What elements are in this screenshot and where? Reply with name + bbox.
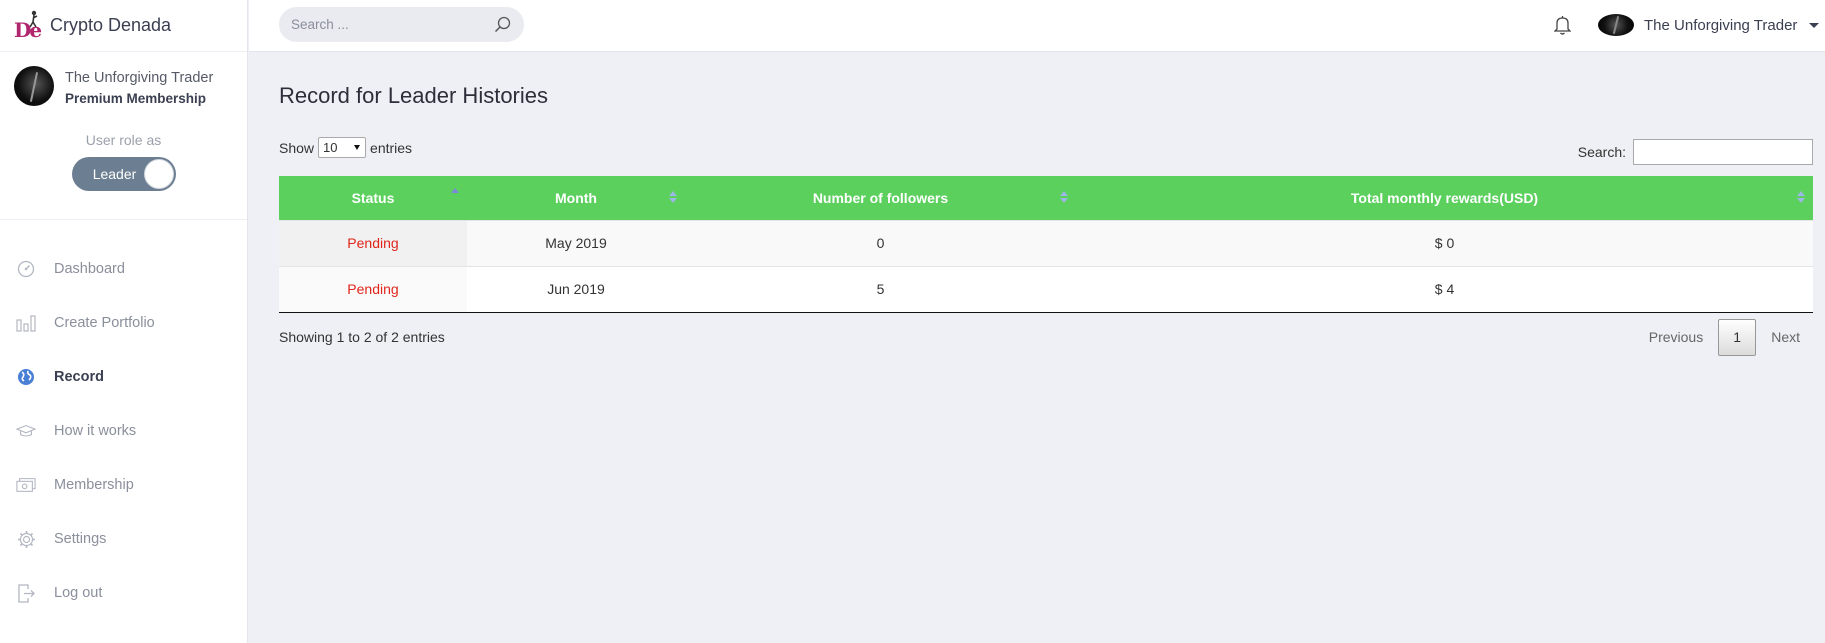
table-footer: Showing 1 to 2 of 2 entries Previous 1 N… [279, 315, 1813, 365]
entries-length-control: Show 10 entries [279, 137, 412, 158]
dashboard-gauge-icon [16, 259, 36, 279]
column-header-followers[interactable]: Number of followers [685, 176, 1076, 220]
sidebar-item-dashboard[interactable]: Dashboard [0, 242, 247, 296]
status-cell: Pending [279, 219, 467, 266]
role-toggle-label: Leader [92, 166, 137, 182]
followers-cell: 5 [685, 265, 1076, 313]
user-name: The Unforgiving Trader [1644, 16, 1798, 34]
column-header-label: Total monthly rewards(USD) [1350, 189, 1539, 206]
pagination: Previous 1 Next [1636, 318, 1813, 356]
sidebar-item-settings[interactable]: Settings [0, 512, 247, 566]
topbar: The Unforgiving Trader [249, 0, 1825, 52]
sort-icon [1060, 191, 1068, 205]
search-icon[interactable] [494, 16, 511, 38]
role-toggle[interactable]: Leader [71, 157, 176, 191]
previous-page-button[interactable]: Previous [1636, 319, 1716, 356]
sidebar-item-label: Record [54, 369, 104, 385]
logout-icon [16, 583, 36, 603]
money-icon [16, 475, 36, 495]
column-header-month[interactable]: Month [467, 176, 685, 220]
sidebar-item-label: Settings [54, 531, 107, 547]
month-cell: May 2019 [467, 219, 685, 266]
table-info: Showing 1 to 2 of 2 entries [279, 328, 445, 345]
table-header-row: Status Month Number of followers Total m… [279, 176, 1813, 220]
global-search [279, 7, 524, 42]
user-menu[interactable]: The Unforgiving Trader [1598, 14, 1820, 36]
sidebar-item-log-out[interactable]: Log out [0, 566, 247, 620]
notification-bell-icon[interactable] [1553, 15, 1572, 40]
sidebar-item-label: Dashboard [54, 261, 125, 277]
sort-icon [669, 191, 677, 205]
chevron-down-icon [1809, 22, 1820, 28]
user-avatar [1598, 14, 1634, 36]
toggle-knob[interactable] [143, 159, 174, 189]
page-title: Record for Leader Histories [279, 83, 549, 108]
entries-select[interactable]: 10 [318, 137, 367, 158]
column-header-label: Number of followers [812, 189, 949, 206]
sidebar: De Crypto Denada The Unforgiving Trader … [0, 0, 248, 643]
table-search: Search: [1578, 139, 1813, 165]
column-header-label: Status [351, 189, 395, 206]
sidebar-item-label: Log out [54, 585, 103, 601]
table-controls: Show 10 entries Search: [279, 134, 1813, 174]
show-label: Show [279, 139, 315, 156]
gear-icon [16, 529, 36, 549]
brand[interactable]: De Crypto Denada [0, 0, 247, 52]
brand-name: Crypto Denada [50, 15, 172, 35]
profile-name: The Unforgiving Trader [65, 70, 214, 86]
entries-label: entries [370, 139, 413, 156]
sidebar-item-label: How it works [54, 423, 137, 439]
membership-plan: Premium Membership [65, 91, 207, 106]
avatar[interactable] [14, 66, 54, 106]
page-1-button[interactable]: 1 [1718, 318, 1757, 356]
sidebar-nav: Dashboard Create Portfolio Record How it… [0, 242, 247, 620]
table-search-label: Search: [1577, 144, 1626, 160]
sidebar-item-create-portfolio[interactable]: Create Portfolio [0, 296, 247, 350]
sort-ascending-icon [451, 188, 459, 202]
next-page-button[interactable]: Next [1758, 319, 1813, 356]
rewards-cell: $ 0 [1076, 219, 1813, 266]
month-cell: Jun 2019 [467, 265, 685, 313]
leader-history-table: Status Month Number of followers Total m… [279, 176, 1813, 313]
rewards-cell: $ 4 [1076, 265, 1813, 313]
globe-icon [16, 367, 36, 387]
brand-logo-icon: De [14, 10, 44, 42]
profile-panel: The Unforgiving Trader Premium Membershi… [0, 52, 247, 220]
main-content: Record for Leader Histories Show 10 entr… [279, 52, 1813, 365]
search-input[interactable] [291, 7, 481, 42]
sidebar-item-how-it-works[interactable]: How it works [0, 404, 247, 458]
sidebar-item-label: Membership [54, 477, 134, 493]
bar-chart-icon [16, 313, 36, 333]
sidebar-item-label: Create Portfolio [54, 315, 155, 331]
user-role-label: User role as [85, 132, 162, 148]
sort-icon [1797, 191, 1805, 205]
status-cell: Pending [279, 265, 467, 313]
column-header-rewards[interactable]: Total monthly rewards(USD) [1076, 176, 1813, 220]
table-row: Pending May 2019 0 $ 0 [279, 219, 1813, 266]
graduation-cap-icon [16, 421, 36, 441]
table-row: Pending Jun 2019 5 $ 4 [279, 265, 1813, 313]
sidebar-item-membership[interactable]: Membership [0, 458, 247, 512]
table-search-input[interactable] [1633, 139, 1813, 165]
column-header-status[interactable]: Status [279, 176, 467, 220]
followers-cell: 0 [685, 219, 1076, 266]
logo-text: De [14, 17, 42, 42]
sidebar-item-record[interactable]: Record [0, 350, 247, 404]
column-header-label: Month [555, 189, 597, 206]
